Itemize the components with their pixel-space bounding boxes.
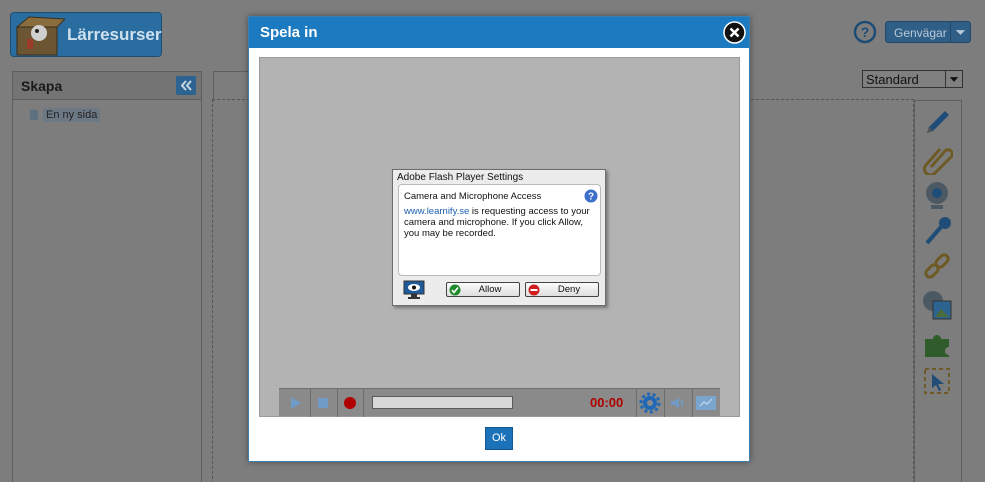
puzzle-icon[interactable]	[921, 327, 953, 359]
treasure-box-icon	[15, 16, 65, 56]
larresurser-logo[interactable]: Lärresurser	[10, 12, 162, 57]
pencil-icon[interactable]	[921, 107, 953, 139]
new-page-label: En ny sida	[43, 108, 101, 122]
chevron-down-icon	[950, 22, 966, 42]
view-select-value: Standard	[866, 72, 919, 87]
paperclip-icon[interactable]	[921, 143, 953, 175]
modal-title: Spela in	[260, 24, 318, 41]
settings-gear-icon[interactable]	[638, 391, 662, 415]
deny-label: Deny	[557, 284, 581, 295]
progress-track[interactable]	[372, 396, 513, 409]
tool-strip	[914, 100, 962, 482]
svg-text:?: ?	[588, 192, 594, 203]
flash-dialog-body: Camera and Microphone Access ? www.learn…	[398, 184, 601, 276]
control-divider	[636, 389, 637, 417]
svg-text:?: ?	[861, 24, 870, 40]
control-divider	[692, 389, 693, 417]
webcam-icon[interactable]	[921, 179, 953, 211]
ok-button[interactable]: Ok	[485, 427, 513, 450]
control-divider	[363, 389, 364, 417]
image-gallery-icon[interactable]	[921, 289, 953, 321]
list-item-new-page[interactable]: En ny sida	[30, 108, 101, 122]
stop-icon[interactable]	[311, 391, 335, 415]
modal-header: Spela in	[249, 17, 749, 48]
deny-button[interactable]: Deny	[525, 282, 599, 297]
create-panel: Skapa En ny sida	[12, 71, 202, 482]
logo-text: Lärresurser	[67, 25, 162, 44]
recorder-stage: Adobe Flash Player Settings Camera and M…	[259, 57, 740, 417]
control-divider	[664, 389, 665, 417]
record-modal: Spela in Adobe Flash Player Settings Cam…	[248, 16, 750, 462]
allow-button[interactable]: Allow	[446, 282, 520, 297]
flash-dialog-title: Adobe Flash Player Settings	[397, 172, 524, 183]
flash-dialog-message: www.learnify.se is requesting access to …	[404, 206, 594, 239]
volume-icon[interactable]	[666, 391, 690, 415]
flash-dialog-footer: Allow Deny	[398, 280, 601, 300]
shortcuts-label: Genvägar	[894, 26, 947, 40]
page-icon	[30, 110, 38, 120]
create-panel-title: Skapa	[21, 78, 63, 94]
create-panel-header: Skapa	[13, 72, 201, 100]
selection-icon[interactable]	[921, 365, 953, 397]
play-icon[interactable]	[283, 391, 307, 415]
privacy-eye-icon[interactable]	[403, 280, 425, 300]
shortcuts-dropdown[interactable]: Genvägar	[885, 21, 971, 43]
close-icon[interactable]	[723, 21, 746, 44]
record-icon[interactable]	[338, 391, 362, 415]
chevron-down-icon	[945, 71, 959, 87]
view-select[interactable]: Standard	[862, 70, 963, 88]
recording-time: 00:00	[590, 395, 624, 410]
help-icon[interactable]: ?	[584, 189, 598, 203]
help-icon[interactable]: ?	[853, 20, 877, 44]
flash-settings-dialog: Adobe Flash Player Settings Camera and M…	[392, 169, 606, 306]
flash-dialog-heading: Camera and Microphone Access	[404, 191, 542, 202]
requesting-site-link[interactable]: www.learnify.se	[404, 206, 469, 217]
allow-label: Allow	[478, 284, 502, 295]
microphone-icon[interactable]	[921, 215, 953, 247]
collapse-panel-icon[interactable]	[176, 76, 196, 95]
recorder-controls: 00:00	[279, 388, 720, 417]
fullscreen-icon[interactable]	[694, 391, 718, 415]
link-icon[interactable]	[921, 251, 953, 283]
